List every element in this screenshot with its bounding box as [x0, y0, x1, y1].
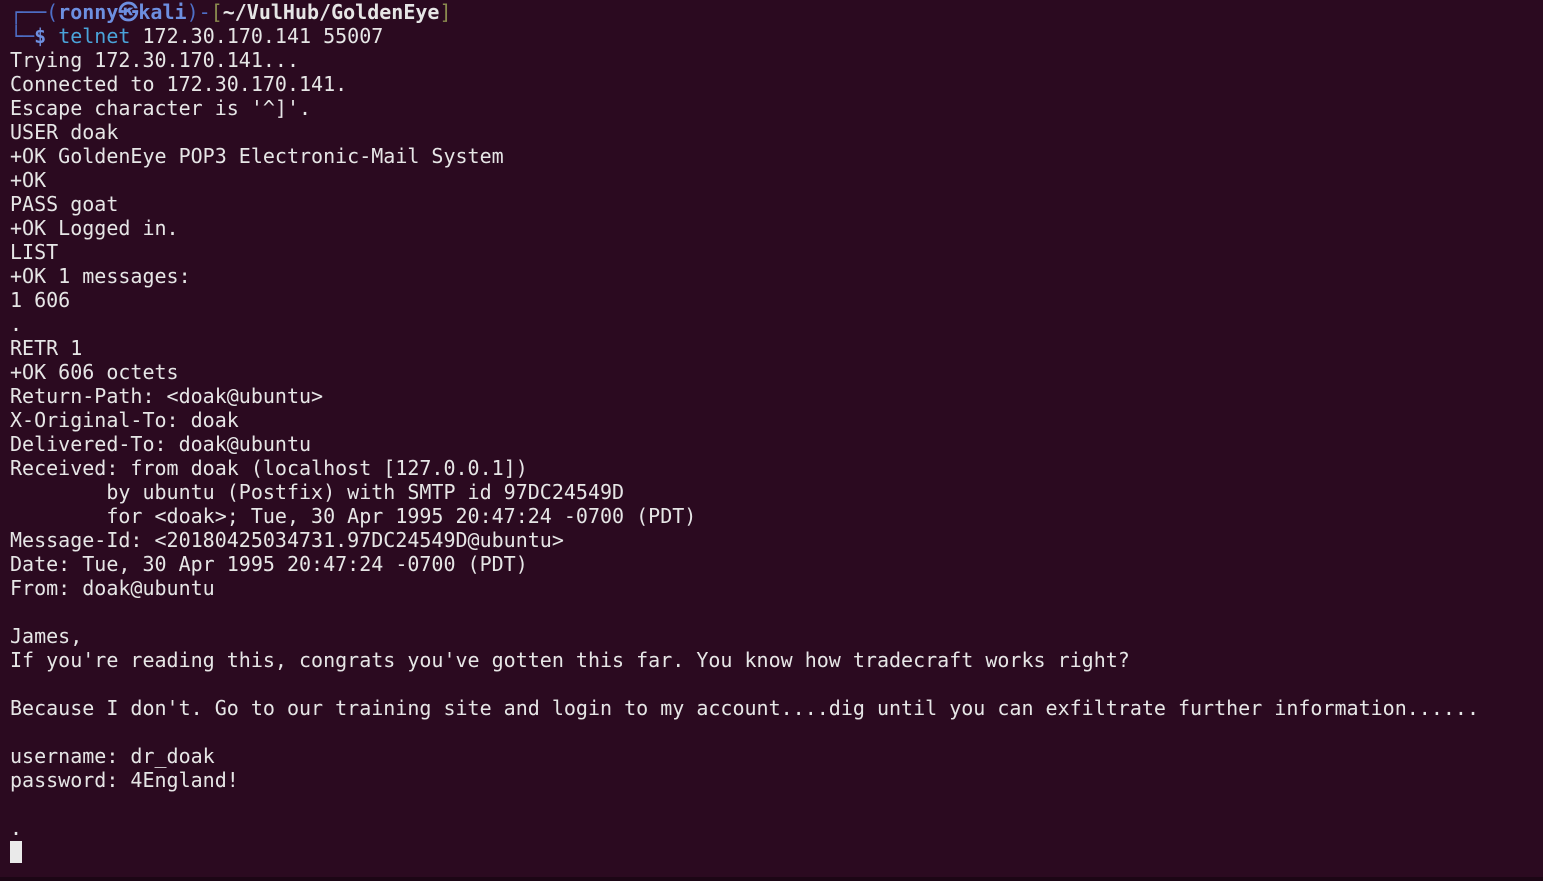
output-line: +OK 1 messages:	[10, 264, 191, 288]
output-line: Delivered-To: doak@ubuntu	[10, 432, 312, 456]
command-name: telnet	[58, 24, 131, 48]
prompt-header-line: ┌──(ronny㉿kali)-[~/VulHub/GoldenEye]	[10, 0, 1543, 24]
output-line: by ubuntu (Postfix) with SMTP id 97DC245…	[10, 480, 625, 504]
output-line: RETR 1	[10, 336, 83, 360]
output-line: LIST	[10, 240, 59, 264]
output-line: password: 4England!	[10, 768, 239, 792]
output-line: .	[10, 312, 23, 336]
prompt-corner: ┌──(	[10, 0, 59, 24]
prompt-host: kali	[138, 0, 187, 24]
output-line: +OK 606 octets	[10, 360, 179, 384]
output-line: If you're reading this, congrats you've …	[10, 648, 1130, 672]
terminal-output: Trying 172.30.170.141... Connected to 172…	[10, 48, 1543, 840]
output-line: Because I don't. Go to our training site…	[10, 696, 1480, 720]
prompt-user: ronny	[58, 0, 119, 24]
output-line: From: doak@ubuntu	[10, 576, 215, 600]
terminal-window[interactable]: ┌──(ronny㉿kali)-[~/VulHub/GoldenEye] └─$…	[0, 0, 1543, 881]
command-args: 172.30.170.141 55007	[142, 24, 384, 48]
text-cursor[interactable]	[10, 841, 22, 863]
prompt-bracket-open: [	[210, 0, 223, 24]
output-line: Return-Path: <doak@ubuntu>	[10, 384, 324, 408]
output-line: 1 606	[10, 288, 71, 312]
output-line: James,	[10, 624, 83, 648]
output-line: +OK	[10, 168, 47, 192]
output-line: username: dr_doak	[10, 744, 215, 768]
output-line: PASS goat	[10, 192, 119, 216]
output-line: Received: from doak (localhost [127.0.0.…	[10, 456, 528, 480]
prompt-command-line: └─$ telnet 172.30.170.141 55007	[10, 24, 1543, 48]
output-line: Escape character is '^]'.	[10, 96, 312, 120]
prompt-path: ~/VulHub/GoldenEye	[222, 0, 440, 24]
output-line: .	[10, 816, 23, 840]
output-line: USER doak	[10, 120, 119, 144]
cursor-line[interactable]	[10, 840, 1543, 864]
prompt-dollar: $	[34, 24, 47, 48]
output-line: Date: Tue, 30 Apr 1995 20:47:24 -0700 (P…	[10, 552, 528, 576]
prompt-corner-bottom: └─	[10, 24, 35, 48]
output-line: for <doak>; Tue, 30 Apr 1995 20:47:24 -0…	[10, 504, 697, 528]
output-line: +OK Logged in.	[10, 216, 179, 240]
output-line: Message-Id: <20180425034731.97DC24549D@u…	[10, 528, 564, 552]
prompt-bracket-close: ]	[439, 0, 452, 24]
output-line: +OK GoldenEye POP3 Electronic-Mail Syste…	[10, 144, 504, 168]
output-line: Trying 172.30.170.141...	[10, 48, 299, 72]
prompt-separator: )-	[186, 0, 211, 24]
prompt-symbol: ㉿	[118, 0, 139, 24]
output-line: X-Original-To: doak	[10, 408, 239, 432]
output-line: Connected to 172.30.170.141.	[10, 72, 348, 96]
window-bottom-edge	[0, 877, 1543, 881]
